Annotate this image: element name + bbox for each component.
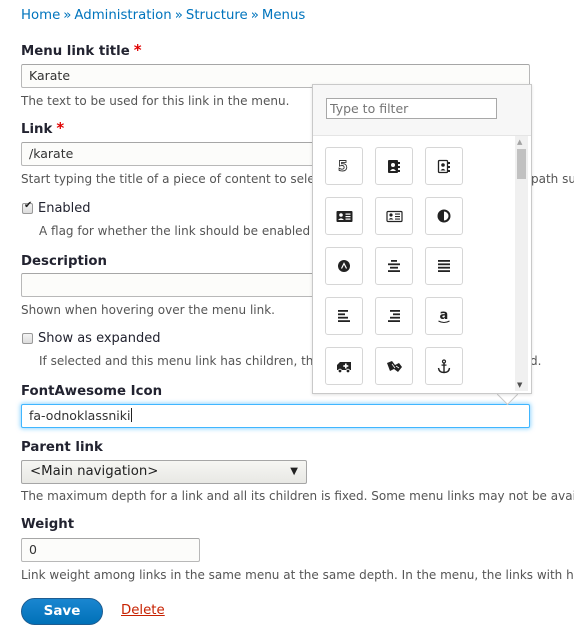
icon-option-align-justify[interactable] (425, 247, 463, 285)
svg-text:a: a (440, 308, 449, 323)
weight-input[interactable]: 0 (21, 538, 200, 562)
save-button[interactable]: Save (21, 598, 103, 625)
checkmark-icon: ✔ (24, 200, 33, 211)
menu-link-title-label: Menu link title * (21, 41, 142, 62)
menu-link-title-label-text: Menu link title (21, 44, 130, 59)
address-book-o-icon (437, 159, 450, 173)
amazon-icon: a (438, 308, 450, 323)
enabled-checkbox[interactable]: ✔ (22, 200, 33, 214)
show-as-expanded-checkbox[interactable] (22, 333, 33, 344)
parent-link-selected: <Main navigation> (30, 464, 159, 479)
weight-description: Link weight among links in the same menu… (21, 568, 574, 582)
icon-picker-popup: 5 (312, 84, 532, 394)
adjust-icon (437, 209, 451, 223)
icon-picker-header (313, 85, 531, 136)
icon-filter-input[interactable] (326, 98, 497, 119)
icon-option-address-book[interactable] (375, 147, 413, 185)
show-as-expanded-label[interactable]: Show as expanded (38, 331, 161, 346)
icon-option-anchor[interactable] (425, 347, 463, 385)
parent-link-description: The maximum depth for a link and all its… (21, 489, 574, 503)
parent-link-label: Parent link (21, 440, 103, 455)
adn-icon (338, 260, 350, 272)
svg-text:5: 5 (338, 159, 348, 174)
icon-option-address-card[interactable] (325, 197, 363, 235)
link-description-tail: path suc (531, 172, 574, 186)
icon-option-american-sign-language-interpreting[interactable] (375, 347, 413, 385)
breadcrumb-separator: » (63, 8, 72, 23)
icon-option-500px[interactable]: 5 (325, 147, 363, 185)
required-marker: * (133, 41, 142, 59)
description-label: Description (21, 254, 108, 269)
enabled-description: A flag for whether the link should be en… (39, 224, 311, 238)
breadcrumb-separator: » (250, 8, 259, 23)
link-label: Link * (21, 119, 65, 140)
breadcrumb-menus[interactable]: Menus (262, 8, 305, 23)
scroll-down-arrow-icon[interactable]: ▼ (517, 381, 522, 389)
icon-option-align-center[interactable] (375, 247, 413, 285)
show-as-expanded-description: If selected and this menu link has child… (39, 354, 314, 368)
parent-link-select[interactable]: <Main navigation> ▼ (21, 460, 307, 484)
align-left-icon (338, 310, 350, 322)
american-sign-language-icon (386, 361, 402, 372)
weight-label: Weight (21, 517, 75, 532)
breadcrumb-home[interactable]: Home (21, 8, 60, 23)
weight-value: 0 (29, 542, 37, 557)
dropdown-arrow-icon: ▼ (290, 466, 298, 477)
ambulance-icon (337, 361, 351, 373)
icon-picker-scrollbar[interactable]: ▲ ▼ (515, 136, 528, 391)
icon-option-align-left[interactable] (325, 297, 363, 335)
menu-link-title-value: Karate (29, 68, 71, 83)
align-justify-icon (438, 260, 450, 272)
scroll-up-arrow-icon[interactable]: ▲ (517, 138, 522, 146)
icon-option-adn[interactable] (325, 247, 363, 285)
address-card-o-icon (385, 210, 403, 222)
icon-option-ambulance[interactable] (325, 347, 363, 385)
description-help: Shown when hovering over the menu link. (21, 303, 275, 317)
enabled-label[interactable]: Enabled (38, 201, 91, 216)
link-value: /karate (29, 146, 74, 161)
fontawesome-icon-input[interactable]: fa-odnoklassniki (21, 404, 530, 428)
fontawesome-icon-value: fa-odnoklassniki (29, 408, 131, 423)
address-book-icon (388, 159, 400, 173)
icon-option-align-right[interactable] (375, 297, 413, 335)
breadcrumb-administration[interactable]: Administration (74, 8, 171, 23)
anchor-icon (437, 358, 451, 373)
align-right-icon (388, 310, 400, 322)
icon-option-address-card-o[interactable] (375, 197, 413, 235)
icon-option-amazon[interactable]: a (425, 297, 463, 335)
required-marker: * (56, 119, 65, 137)
delete-link[interactable]: Delete (121, 603, 165, 618)
icon-option-address-book-o[interactable] (425, 147, 463, 185)
scrollbar-thumb[interactable] (517, 149, 526, 179)
icon-option-adjust[interactable] (425, 197, 463, 235)
breadcrumb-separator: » (174, 8, 183, 23)
fontawesome-icon-label: FontAwesome Icon (21, 384, 163, 399)
breadcrumb: Home» Administration» Structure» Menus (21, 8, 305, 23)
text-caret (131, 408, 133, 422)
link-label-text: Link (21, 122, 53, 137)
align-center-icon (388, 260, 400, 272)
500px-icon: 5 (338, 159, 349, 174)
link-description: Start typing the title of a piece of con… (21, 172, 315, 186)
breadcrumb-structure[interactable]: Structure (186, 8, 248, 23)
address-card-icon (336, 210, 352, 222)
menu-link-title-description: The text to be used for this link in the… (21, 94, 290, 108)
